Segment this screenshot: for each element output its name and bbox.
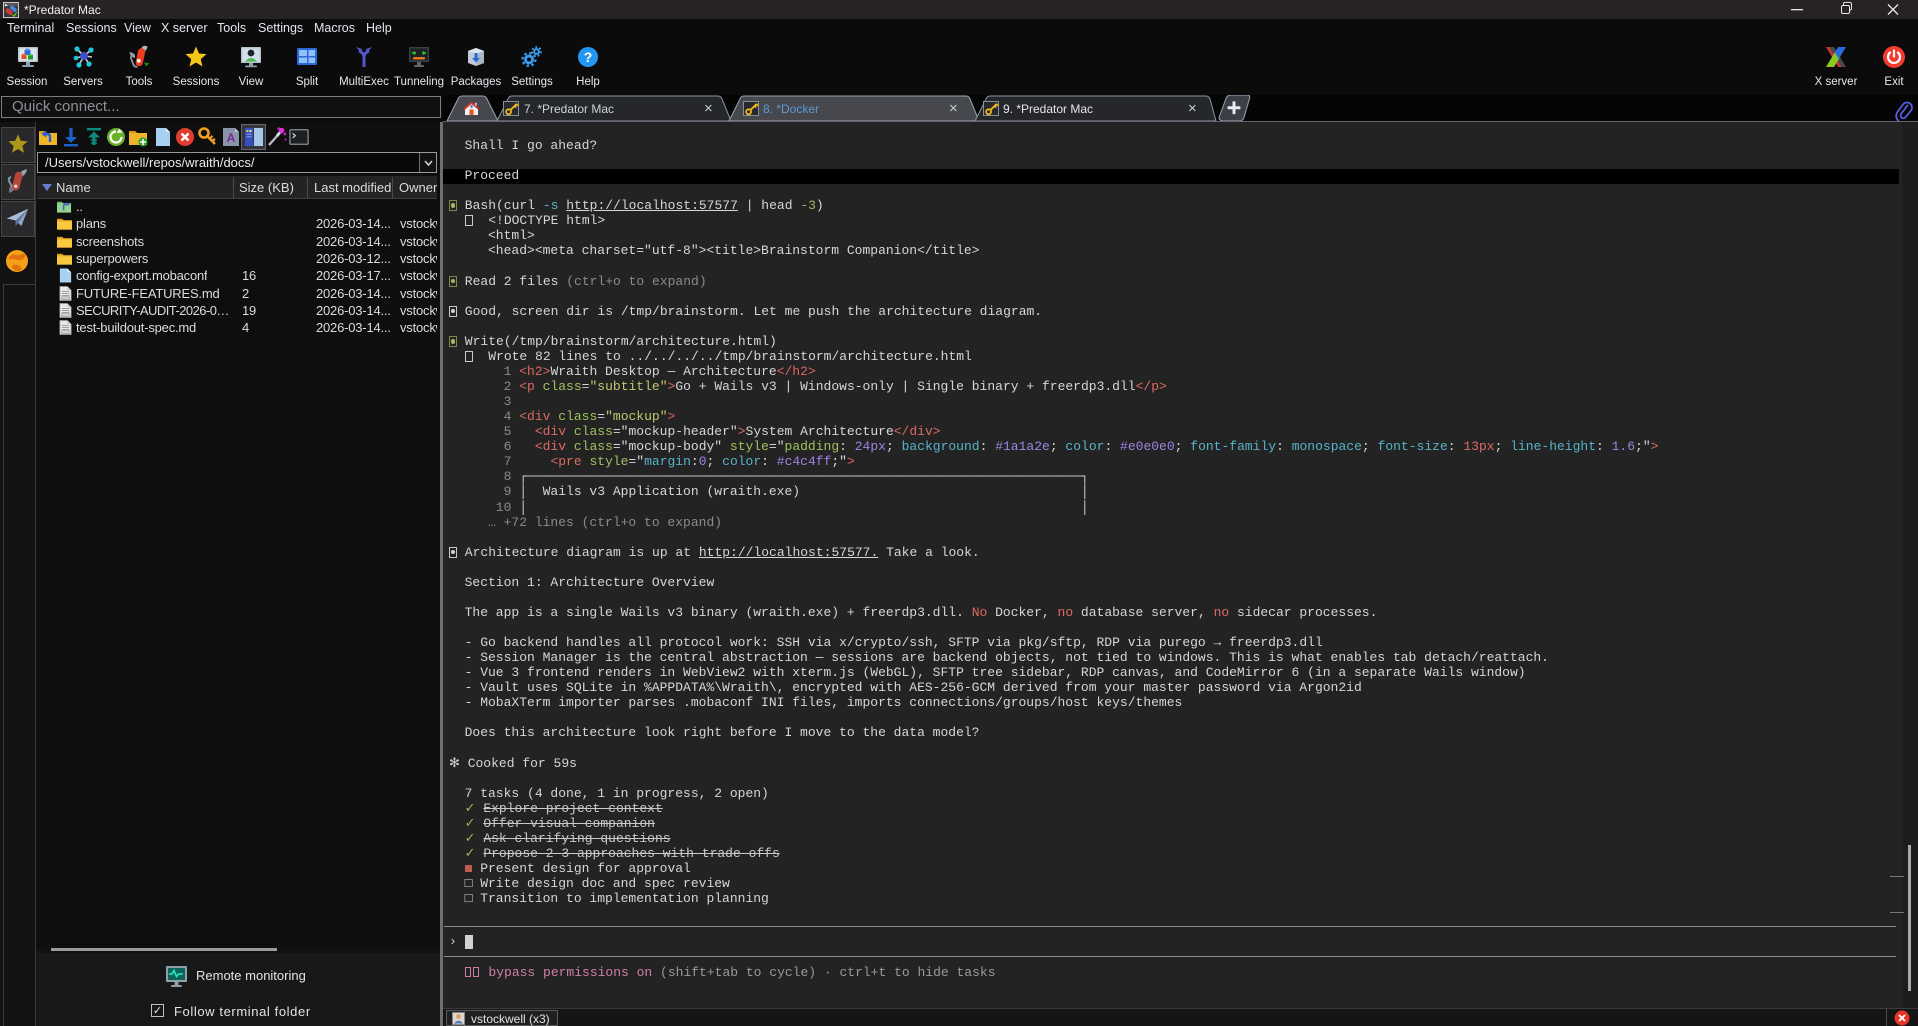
- svg-text:A: A: [227, 131, 236, 145]
- svg-text:?: ?: [584, 49, 593, 65]
